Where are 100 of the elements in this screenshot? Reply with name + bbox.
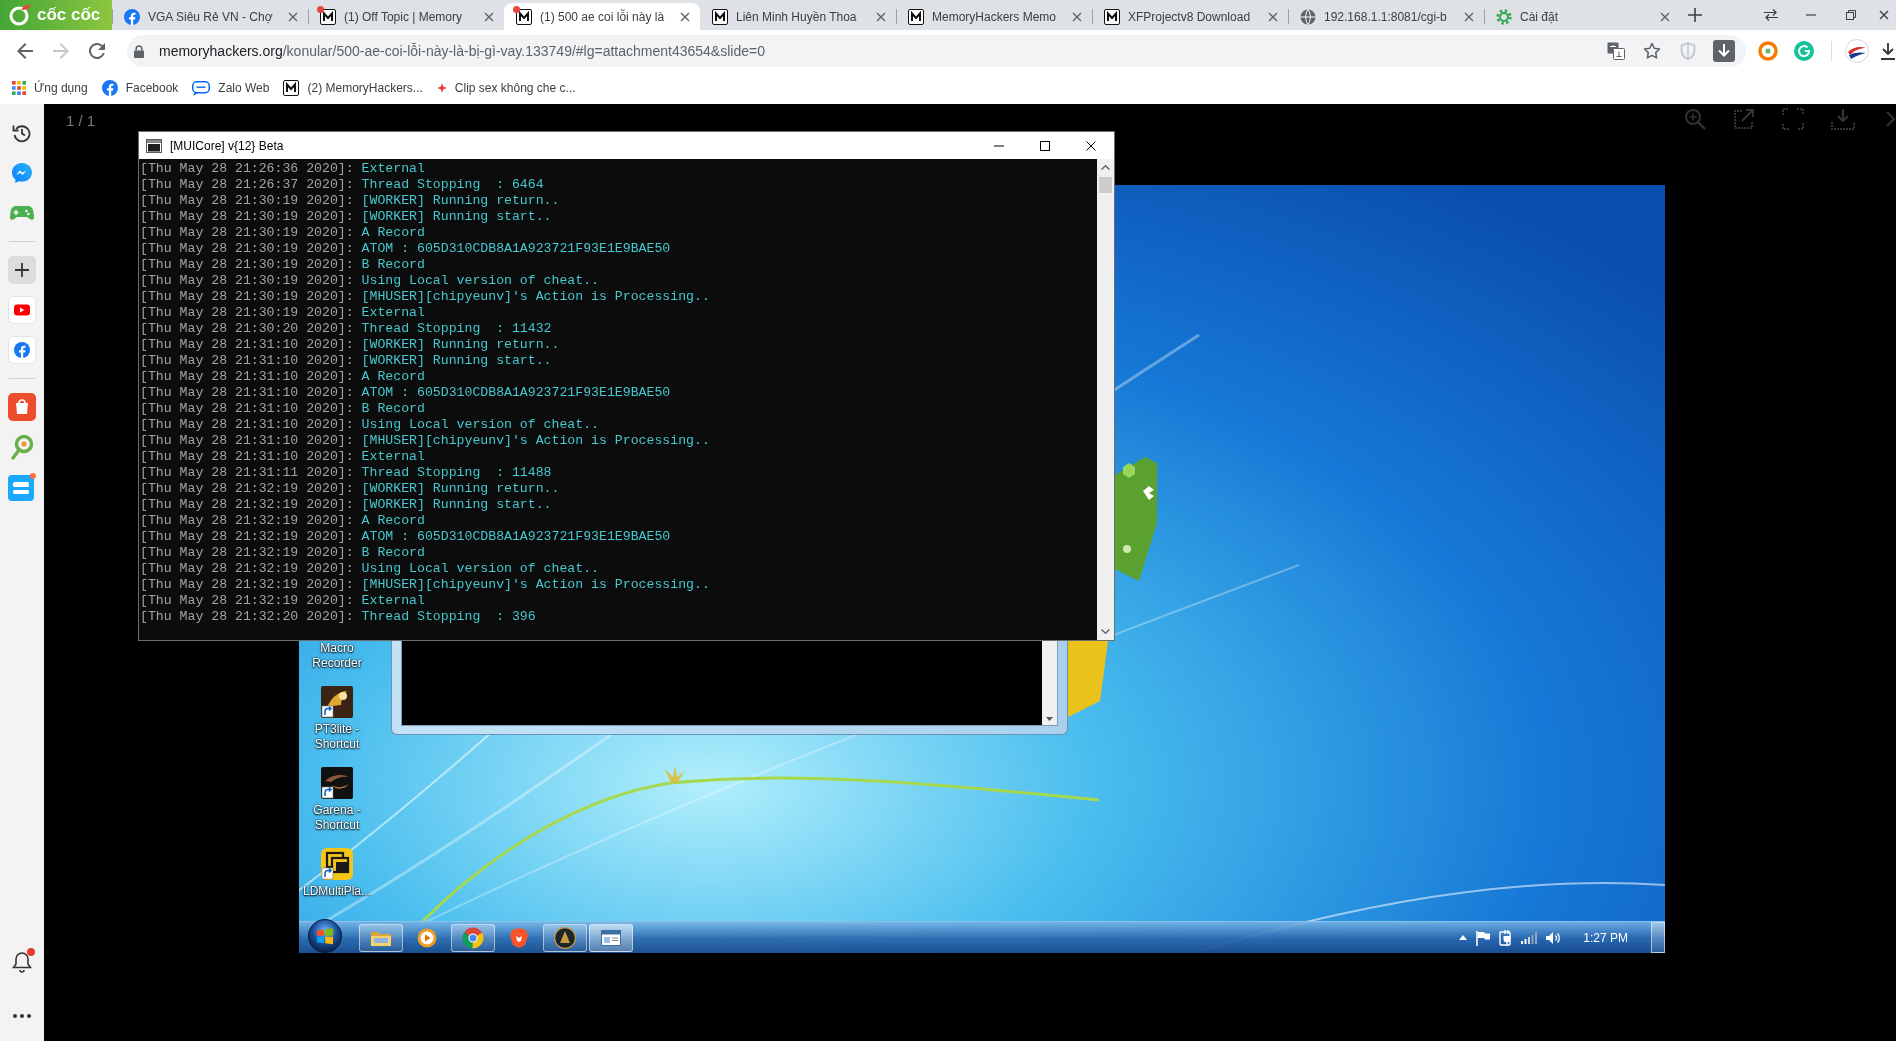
profile-logo-icon[interactable] xyxy=(1845,39,1869,63)
log-message: [MHUSER][chipyeunv]'s Action is Processing.. xyxy=(361,433,710,448)
m-logo-icon xyxy=(908,8,924,25)
log-message: ATOM : 605D310CDB8A1A923721F93E1E9BAE50 xyxy=(361,241,671,256)
plus-icon[interactable] xyxy=(1688,8,1702,22)
log-message: B Record xyxy=(361,401,425,416)
shield-icon xyxy=(509,926,529,949)
scrollbar[interactable] xyxy=(1097,159,1114,640)
caret-up-icon[interactable] xyxy=(1459,935,1468,940)
log-timestamp: [Thu May 28 21:30:19 2020]: xyxy=(140,257,354,272)
download-icon[interactable] xyxy=(1713,40,1735,62)
flag-icon[interactable] xyxy=(1475,929,1492,946)
scrollbar-thumb[interactable] xyxy=(1099,177,1112,193)
log-timestamp: [Thu May 28 21:31:10 2020]: xyxy=(140,385,354,400)
browser-tab[interactable]: (1) Off Topic | Memory xyxy=(308,3,504,30)
log-message: External xyxy=(361,593,425,608)
log-timestamp: [Thu May 28 21:30:20 2020]: xyxy=(140,321,354,336)
browser-tab[interactable]: XFProjectv8 Download xyxy=(1092,3,1288,30)
play-button-icon[interactable] xyxy=(8,296,36,324)
logo-icon xyxy=(9,4,31,26)
clock-time[interactable]: 1:27 PM xyxy=(1583,930,1628,945)
log-message: External xyxy=(361,305,425,320)
log-message: [WORKER] Running return.. xyxy=(361,337,560,352)
log-timestamp: [Thu May 28 21:30:19 2020]: xyxy=(140,305,354,320)
f-logo-icon xyxy=(124,8,140,25)
caret-up-icon[interactable] xyxy=(1101,165,1110,170)
log-message: Using Local version of cheat.. xyxy=(361,561,599,576)
log-message: B Record xyxy=(361,257,425,272)
log-message: [WORKER] Running start.. xyxy=(361,209,552,224)
minimize-icon[interactable] xyxy=(994,144,1004,147)
show-desktop-button[interactable] xyxy=(1651,922,1665,953)
four-pane-orb-icon xyxy=(308,919,342,953)
log-message: A Record xyxy=(361,369,425,384)
picture-tile-icon xyxy=(321,686,353,718)
log-timestamp: [Thu May 28 21:31:10 2020]: xyxy=(140,433,354,448)
back-arrow-icon[interactable] xyxy=(17,43,33,59)
globe-icon xyxy=(1300,8,1316,25)
log-timestamp: [Thu May 28 21:30:19 2020]: xyxy=(140,225,354,240)
m-logo-icon xyxy=(320,8,336,25)
taskbar-button[interactable] xyxy=(589,923,633,952)
browser-tab[interactable]: 192.168.1.1:8081/cgi-b xyxy=(1288,3,1484,30)
close-icon[interactable] xyxy=(1878,10,1889,20)
log-message: [WORKER] Running return.. xyxy=(361,481,560,496)
log-timestamp: [Thu May 28 21:32:19 2020]: xyxy=(140,577,354,592)
signal-bars-icon[interactable] xyxy=(1521,931,1538,944)
browser-tab[interactable]: VGA Siêu Rẻ VN - Chợ xyxy=(112,3,308,30)
maximize-icon[interactable] xyxy=(1040,140,1050,151)
play-icon xyxy=(417,927,437,948)
close-icon[interactable] xyxy=(1086,140,1096,151)
history-icon[interactable] xyxy=(12,123,32,143)
ring-icon[interactable] xyxy=(1758,41,1778,61)
shopping-bag-icon[interactable] xyxy=(8,393,36,421)
swap-arrows-icon[interactable] xyxy=(1764,9,1778,21)
log-message: Using Local version of cheat.. xyxy=(361,417,599,432)
browser-tab[interactable]: (1) 500 ae coi lỗi này là xyxy=(504,3,700,30)
close-icon[interactable] xyxy=(680,11,690,22)
plus-icon[interactable] xyxy=(8,256,36,284)
gamepad-icon[interactable] xyxy=(10,205,34,221)
scrollbar[interactable] xyxy=(1042,641,1057,725)
bell-icon[interactable] xyxy=(12,951,32,973)
bookmark-item[interactable]: Ứng dụng xyxy=(7,75,93,101)
log-timestamp: [Thu May 28 21:31:10 2020]: xyxy=(140,353,354,368)
log-message: B Record xyxy=(361,545,425,560)
log-message: Thread Stopping : 11432 xyxy=(361,321,552,336)
bookmark-item[interactable]: (2) MemoryHackers... xyxy=(278,75,428,101)
f-logo-icon[interactable] xyxy=(8,336,36,364)
log-timestamp: [Thu May 28 21:32:19 2020]: xyxy=(140,529,354,544)
restore-icon[interactable] xyxy=(1846,10,1856,20)
bookmark-item[interactable]: Clip sex không che c... xyxy=(431,75,581,101)
log-message: Thread Stopping : 6464 xyxy=(361,177,544,192)
power-plug-icon[interactable] xyxy=(1499,929,1514,946)
window-icon xyxy=(601,929,621,946)
bookmark-item[interactable]: Facebook xyxy=(96,75,184,101)
taskbar-button[interactable] xyxy=(543,923,587,952)
browser-tab[interactable]: MemoryHackers Memo xyxy=(896,3,1092,30)
browser-tab[interactable]: Liên Minh Huyền Thoa xyxy=(700,3,896,30)
more-icon[interactable] xyxy=(13,1014,31,1018)
tag-tile-icon[interactable] xyxy=(8,473,36,501)
chat-bubble-icon[interactable] xyxy=(11,162,33,184)
reload-icon[interactable] xyxy=(89,43,105,59)
speaker-icon[interactable] xyxy=(1545,930,1562,945)
log-timestamp: [Thu May 28 21:32:19 2020]: xyxy=(140,497,354,512)
pin-ring-icon[interactable] xyxy=(10,434,34,460)
log-timestamp: [Thu May 28 21:26:37 2020]: xyxy=(140,177,354,192)
start-button[interactable] xyxy=(308,919,342,953)
browser-tab[interactable]: Cài đặt xyxy=(1484,3,1680,30)
log-message: Thread Stopping : 11488 xyxy=(361,465,552,480)
log-message: ATOM : 605D310CDB8A1A923721F93E1E9BAE50 xyxy=(361,529,671,544)
swoosh-tile-icon xyxy=(321,767,353,799)
log-timestamp: [Thu May 28 21:32:20 2020]: xyxy=(140,609,354,624)
log-message: External xyxy=(361,449,425,464)
translate-icon[interactable] xyxy=(1607,42,1625,60)
caret-down-icon[interactable] xyxy=(1101,629,1110,634)
download-icon[interactable] xyxy=(1880,42,1896,60)
log-timestamp: [Thu May 28 21:26:36 2020]: xyxy=(140,161,354,176)
log-timestamp: [Thu May 28 21:32:19 2020]: xyxy=(140,561,354,576)
bookmark-item[interactable]: Zalo Web xyxy=(187,75,275,101)
star-icon[interactable] xyxy=(1643,42,1661,60)
address-bar[interactable]: memoryhackers.org/konular/500-ae-coi-lỗi-này-là-bị-gì-vay.133749/#lg=attachment43654&slide=0 xyxy=(127,35,1746,67)
f-logo-icon xyxy=(101,80,118,96)
